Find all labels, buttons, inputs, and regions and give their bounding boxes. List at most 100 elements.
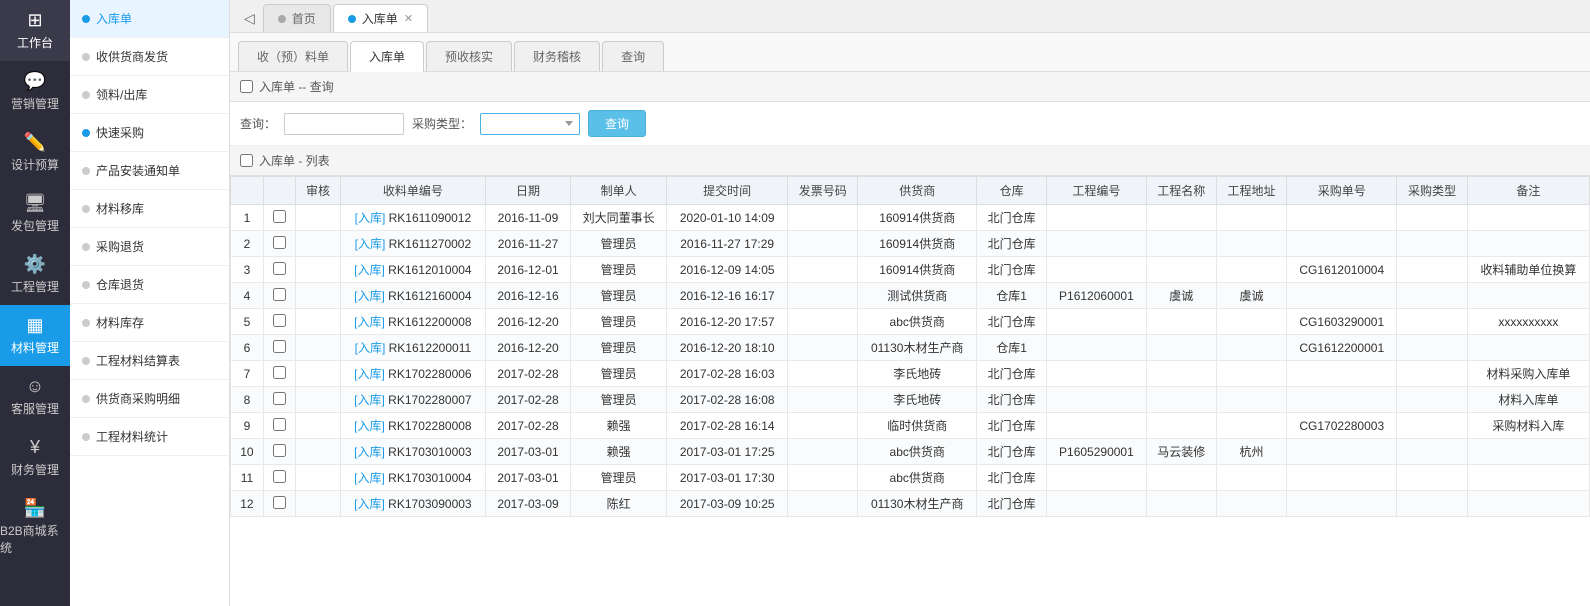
col-header-project-code: 工程编号	[1047, 177, 1146, 205]
tab-home[interactable]: 首页	[263, 4, 331, 32]
nav-item-pick-out[interactable]: 领料/出库	[70, 76, 229, 114]
col-header-submit-time: 提交时间	[667, 177, 788, 205]
row-link[interactable]: [入库]	[354, 315, 385, 329]
row-checkbox[interactable]	[273, 392, 286, 405]
row-link[interactable]: [入库]	[354, 289, 385, 303]
nav-item-warehouse-return[interactable]: 仓库退货	[70, 266, 229, 304]
row-checkbox[interactable]	[273, 262, 286, 275]
row-checkbox[interactable]	[273, 366, 286, 379]
row-submit-time: 2016-12-20 18:10	[667, 335, 788, 361]
nav-item-label: 供货商采购明细	[96, 390, 180, 407]
purchase-type-select[interactable]	[480, 113, 580, 135]
nav-item-install-notice[interactable]: 产品安装通知单	[70, 152, 229, 190]
row-checkbox[interactable]	[273, 340, 286, 353]
row-link[interactable]: [入库]	[354, 419, 385, 433]
row-purchase-type	[1397, 465, 1467, 491]
nav-dot	[82, 319, 90, 327]
search-button[interactable]: 查询	[588, 110, 646, 137]
nav-item-material-settlement[interactable]: 工程材料结算表	[70, 342, 229, 380]
row-link[interactable]: [入库]	[354, 393, 385, 407]
sidebar-item-b2b[interactable]: 🏪 B2B商城系统	[0, 488, 70, 566]
nav-item-material-move[interactable]: 材料移库	[70, 190, 229, 228]
sidebar-item-outsource[interactable]: 🖥 发包管理	[0, 183, 70, 244]
inner-tab-label: 预收核实	[445, 50, 493, 64]
row-warehouse: 北门仓库	[976, 387, 1046, 413]
search-bar: 查询： 采购类型： 查询	[230, 102, 1590, 146]
row-supplier: 160914供货商	[858, 231, 976, 257]
main-content: ◁ 首页 入库单 ✕ 收（预）料单 入库单 预收核实 财务稽核	[230, 0, 1590, 606]
row-checkbox[interactable]	[273, 236, 286, 249]
row-num: 1	[231, 205, 264, 231]
nav-item-supplier-purchase[interactable]: 供货商采购明细	[70, 380, 229, 418]
row-checkbox[interactable]	[273, 444, 286, 457]
inner-tab-query[interactable]: 查询	[602, 41, 664, 71]
row-checkbox[interactable]	[273, 496, 286, 509]
row-date: 2016-12-20	[486, 309, 571, 335]
row-checkbox[interactable]	[273, 418, 286, 431]
row-remark	[1467, 205, 1589, 231]
sidebar-item-design[interactable]: ✏️ 设计预算	[0, 122, 70, 183]
row-project-code	[1047, 231, 1146, 257]
row-checkbox[interactable]	[273, 470, 286, 483]
row-checkbox[interactable]	[273, 314, 286, 327]
row-supplier: 160914供货商	[858, 257, 976, 283]
row-checkbox[interactable]	[273, 210, 286, 223]
row-link[interactable]: [入库]	[354, 445, 385, 459]
sidebar-item-workbench[interactable]: ⊞ 工作台	[0, 0, 70, 61]
nav-item-receive-goods[interactable]: 收供货商发货	[70, 38, 229, 76]
row-project-name	[1146, 491, 1216, 517]
inner-tab-pre-verify[interactable]: 预收核实	[426, 41, 512, 71]
row-remark	[1467, 439, 1589, 465]
query-section-checkbox[interactable]	[240, 80, 253, 93]
inner-tab-receive[interactable]: 收（预）料单	[238, 41, 348, 71]
row-date: 2017-02-28	[486, 413, 571, 439]
nav-item-material-stats[interactable]: 工程材料统计	[70, 418, 229, 456]
nav-dot	[82, 243, 90, 251]
search-label: 查询：	[240, 115, 276, 132]
row-date: 2017-03-01	[486, 465, 571, 491]
row-supplier: 临时供货商	[858, 413, 976, 439]
engineering-icon: ⚙️	[24, 254, 46, 275]
row-link[interactable]: [入库]	[355, 211, 386, 225]
list-section-checkbox[interactable]	[240, 154, 253, 167]
tab-collapse-button[interactable]: ◁	[238, 6, 261, 31]
inner-tab-warehouse-in[interactable]: 入库单	[350, 41, 424, 72]
row-supplier: 160914供货商	[858, 205, 976, 231]
sidebar-item-finance[interactable]: ¥ 财务管理	[0, 427, 70, 488]
inner-tab-label: 收（预）料单	[257, 50, 329, 64]
row-remark	[1467, 231, 1589, 257]
inner-tab-finance-audit[interactable]: 财务稽核	[514, 41, 600, 71]
row-link[interactable]: [入库]	[355, 237, 386, 251]
nav-item-quick-purchase[interactable]: 快速采购	[70, 114, 229, 152]
row-invoice	[788, 309, 858, 335]
nav-item-material-stock[interactable]: 材料库存	[70, 304, 229, 342]
row-num: 2	[231, 231, 264, 257]
sidebar-item-service[interactable]: ☺ 客服管理	[0, 366, 70, 427]
nav-item-purchase-return[interactable]: 采购退货	[70, 228, 229, 266]
row-link[interactable]: [入库]	[355, 341, 386, 355]
row-submit-time: 2020-01-10 14:09	[667, 205, 788, 231]
row-audit	[296, 309, 340, 335]
row-link[interactable]: [入库]	[354, 263, 385, 277]
row-code: [入库] RK1612200011	[340, 335, 485, 361]
row-checkbox-cell	[263, 491, 295, 517]
row-project-code	[1047, 491, 1146, 517]
row-project-name	[1146, 413, 1216, 439]
row-checkbox-cell	[263, 309, 295, 335]
tab-warehouse-in[interactable]: 入库单 ✕	[333, 4, 428, 32]
nav-item-label: 产品安装通知单	[96, 162, 180, 179]
sidebar-item-engineering[interactable]: ⚙️ 工程管理	[0, 244, 70, 305]
row-checkbox[interactable]	[273, 288, 286, 301]
tab-close-button[interactable]: ✕	[404, 12, 413, 25]
row-link[interactable]: [入库]	[354, 497, 385, 511]
row-link[interactable]: [入库]	[354, 367, 385, 381]
nav-dot	[82, 205, 90, 213]
sidebar-item-marketing[interactable]: 💬 营销管理	[0, 61, 70, 122]
sidebar-item-materials[interactable]: ▦ 材料管理	[0, 305, 70, 366]
row-link[interactable]: [入库]	[354, 471, 385, 485]
nav-item-warehouse-in[interactable]: 入库单	[70, 0, 229, 38]
col-header-project-addr: 工程地址	[1216, 177, 1286, 205]
row-invoice	[788, 361, 858, 387]
search-input[interactable]	[284, 113, 404, 135]
row-project-addr	[1216, 309, 1286, 335]
